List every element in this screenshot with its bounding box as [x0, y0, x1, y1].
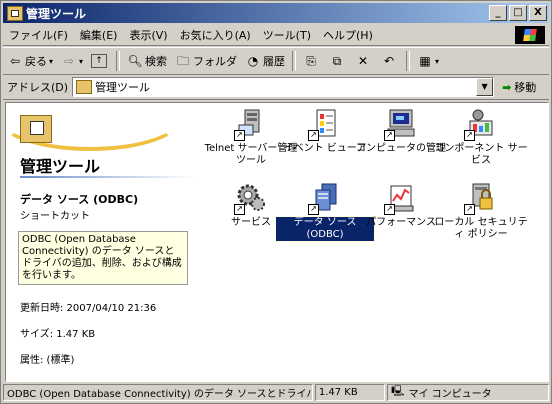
delete-icon: ✕ [358, 54, 369, 68]
go-arrow-icon: ➡ [502, 80, 512, 94]
status-zone-label: マイ コンピュータ [408, 388, 492, 400]
back-dropdown-icon[interactable]: ▾ [49, 57, 53, 66]
selected-item-type: ショートカット [20, 211, 90, 222]
web-view-pane: 管理ツール データ ソース (ODBC) ショートカット ODBC (Open … [6, 103, 196, 381]
odbc-data-source-icon: ↗ [308, 181, 342, 215]
folder-view: 管理ツール データ ソース (ODBC) ショートカット ODBC (Open … [5, 102, 549, 382]
maximize-button[interactable]: □ [509, 5, 527, 21]
forward-arrow-icon: ⇨ [63, 54, 75, 68]
views-icon: ▦ [419, 54, 431, 68]
title-bar[interactable]: 管理ツール _ □ X [3, 3, 549, 23]
icon-label: ローカル セキュリティ ポリシー [434, 217, 528, 240]
toolbar-separator [406, 51, 411, 71]
address-dropdown-button[interactable]: ▼ [476, 78, 494, 96]
modified-date: 更新日時: 2007/04/10 21:36 [20, 303, 157, 314]
address-input[interactable]: 管理ツール ▼ [72, 77, 495, 97]
standard-toolbar: ⇦ 戻る ▾ ⇨ ▾ ↑ 🔍︎ 検索 🗀 フォルダ ◔ 履歴 ⎘ ⧉ ✕ ↶ ▦… [3, 47, 549, 75]
views-button[interactable]: ▦ ▾ [413, 50, 443, 72]
history-button[interactable]: ◔ 履歴 [241, 50, 289, 72]
pane-title: 管理ツール [20, 157, 101, 176]
menu-bar: ファイル(F) 編集(E) 表示(V) お気に入り(A) ツール(T) ヘルプ(… [3, 25, 549, 46]
component-services-icon: ↗ [464, 107, 498, 141]
go-label: 移動 [514, 81, 537, 94]
toolbar-separator [116, 51, 121, 71]
pane-divider [20, 176, 196, 178]
local-security-policy-icon: ↗ [464, 181, 498, 215]
forward-button[interactable]: ⇨ ▾ [57, 50, 87, 72]
folders-icon: 🗀 [177, 54, 190, 68]
selected-item-description: ODBC (Open Database Connectivity) のデータ ソ… [18, 231, 188, 285]
menu-edit[interactable]: 編集(E) [74, 27, 124, 43]
icon-item-local-security-policy[interactable]: ↗ ローカル セキュリティ ポリシー [432, 181, 530, 241]
views-dropdown-icon: ▾ [435, 56, 440, 66]
address-label: アドレス(D) [7, 81, 69, 94]
my-computer-icon: 🖳 [391, 385, 405, 397]
status-bar: ODBC (Open Database Connectivity) のデータ ソ… [3, 383, 549, 401]
explorer-window: 管理ツール _ □ X ファイル(F) 編集(E) 表示(V) お気に入り(A)… [0, 0, 552, 404]
file-attributes: 属性: (標準) [20, 355, 75, 366]
shortcut-arrow-icon: ↗ [234, 204, 245, 215]
shortcut-arrow-icon: ↗ [464, 204, 475, 215]
menu-help[interactable]: ヘルプ(H) [317, 27, 379, 43]
back-button[interactable]: ⇦ 戻る ▾ [3, 50, 57, 72]
selected-item-name: データ ソース (ODBC) [20, 193, 139, 206]
windows-logo-icon [515, 26, 545, 44]
forward-dropdown-icon[interactable]: ▾ [79, 57, 83, 66]
telnet-server-icon: ↗ [234, 107, 268, 141]
move-to-button[interactable]: ⎘ [299, 50, 325, 72]
address-bar: アドレス(D) 管理ツール ▼ ➡ 移動 [3, 75, 549, 100]
menu-tools[interactable]: ツール(T) [257, 27, 317, 43]
shortcut-arrow-icon: ↗ [308, 204, 319, 215]
history-label: 履歴 [263, 55, 286, 68]
toolbar-separator [292, 51, 297, 71]
icon-label: パフォーマンス [366, 217, 436, 228]
address-value: 管理ツール [95, 81, 151, 94]
back-arrow-icon: ⇦ [9, 54, 21, 68]
history-icon: ◔ [247, 54, 259, 68]
window-controls: _ □ X [489, 5, 547, 21]
copy-to-button[interactable]: ⧉ [325, 50, 351, 72]
icon-label: コンポーネント サービス [434, 143, 528, 166]
folder-icon [7, 5, 23, 21]
shortcut-arrow-icon: ↗ [384, 204, 395, 215]
search-icon: 🔍︎ [127, 54, 143, 68]
close-button[interactable]: X [529, 5, 547, 21]
copy-to-icon: ⧉ [332, 54, 342, 68]
status-size: 1.47 KB [314, 383, 386, 401]
status-text: ODBC (Open Database Connectivity) のデータ ソ… [3, 383, 313, 401]
move-to-icon: ⎘ [306, 54, 316, 68]
icon-grid: ↗ Telnet サーバー管理ツール ↗ イベント ビューア ↗ コンピュータの… [202, 103, 548, 381]
folders-button[interactable]: 🗀 フォルダ [171, 50, 241, 72]
back-label: 戻る [25, 55, 47, 68]
shortcut-arrow-icon: ↗ [234, 130, 245, 141]
window-title: 管理ツール [26, 6, 87, 21]
folder-icon [76, 80, 93, 94]
minimize-button[interactable]: _ [489, 5, 507, 21]
go-button[interactable]: ➡ 移動 [502, 79, 536, 95]
services-icon: ↗ [234, 181, 268, 215]
undo-icon: ↶ [384, 54, 395, 68]
performance-icon: ↗ [384, 181, 418, 215]
delete-button[interactable]: ✕ [351, 50, 377, 72]
menu-favorites[interactable]: お気に入り(A) [174, 27, 257, 43]
up-button[interactable]: ↑ [87, 50, 113, 72]
folders-label: フォルダ [193, 55, 238, 68]
icon-item-component-services[interactable]: ↗ コンポーネント サービス [432, 107, 530, 167]
shortcut-arrow-icon: ↗ [384, 130, 395, 141]
shortcut-arrow-icon: ↗ [464, 130, 475, 141]
status-zone: 🖳 マイ コンピュータ [387, 383, 549, 401]
computer-management-icon: ↗ [384, 107, 418, 141]
admin-tools-folder-icon [20, 115, 52, 143]
event-viewer-icon: ↗ [308, 107, 342, 141]
file-size: サイズ: 1.47 KB [20, 329, 96, 340]
search-button[interactable]: 🔍︎ 検索 [123, 50, 171, 72]
up-folder-icon: ↑ [91, 54, 108, 68]
icon-label: サービス [231, 217, 271, 228]
undo-button[interactable]: ↶ [377, 50, 403, 72]
search-label: 検索 [145, 55, 168, 68]
menu-file[interactable]: ファイル(F) [3, 27, 74, 43]
shortcut-arrow-icon: ↗ [308, 130, 319, 141]
menu-view[interactable]: 表示(V) [123, 27, 173, 43]
